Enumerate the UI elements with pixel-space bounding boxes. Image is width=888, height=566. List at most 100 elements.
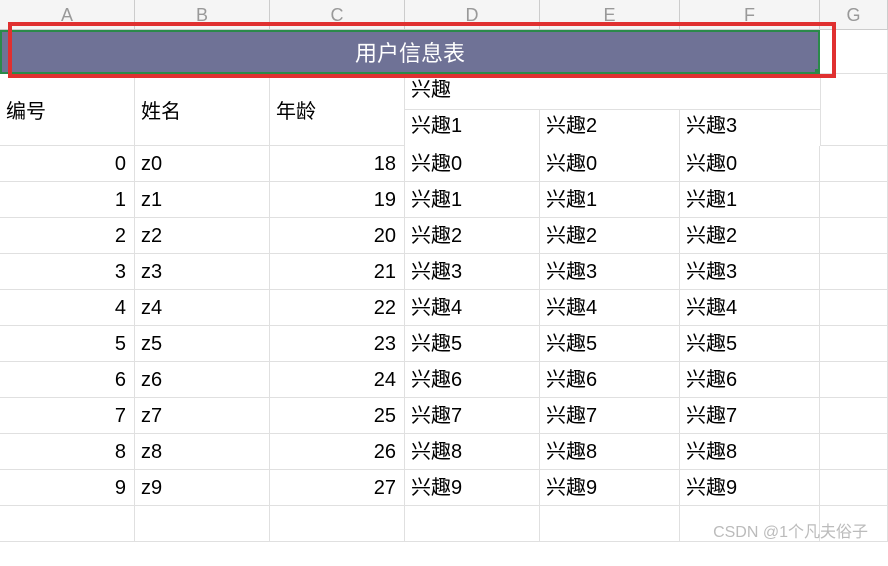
cell-empty[interactable] bbox=[135, 506, 270, 542]
cell-empty[interactable] bbox=[540, 506, 680, 542]
cell-empty[interactable] bbox=[820, 362, 888, 398]
cell-interest3[interactable]: 兴趣9 bbox=[680, 470, 820, 506]
cell-id[interactable]: 5 bbox=[0, 326, 135, 362]
cell-empty[interactable] bbox=[820, 434, 888, 470]
cell-id[interactable]: 7 bbox=[0, 398, 135, 434]
cell-interest1[interactable]: 兴趣8 bbox=[405, 434, 540, 470]
cell-empty[interactable] bbox=[820, 146, 888, 182]
header-interest3[interactable]: 兴趣3 bbox=[680, 110, 820, 146]
cell-empty[interactable] bbox=[270, 506, 405, 542]
cell-interest1[interactable]: 兴趣5 bbox=[405, 326, 540, 362]
cell-name[interactable]: z1 bbox=[135, 182, 270, 218]
col-header-d[interactable]: D bbox=[405, 0, 540, 29]
cell-interest3[interactable]: 兴趣8 bbox=[680, 434, 820, 470]
cell-empty[interactable] bbox=[820, 470, 888, 506]
cell-name[interactable]: z0 bbox=[135, 146, 270, 182]
cell-interest3[interactable]: 兴趣1 bbox=[680, 182, 820, 218]
table-row: 3z321兴趣3兴趣3兴趣3 bbox=[0, 254, 888, 290]
cell-age[interactable]: 25 bbox=[270, 398, 405, 434]
cell-interest2[interactable]: 兴趣3 bbox=[540, 254, 680, 290]
table-row: 8z826兴趣8兴趣8兴趣8 bbox=[0, 434, 888, 470]
cell-interest2[interactable]: 兴趣1 bbox=[540, 182, 680, 218]
cell-age[interactable]: 21 bbox=[270, 254, 405, 290]
cell-age[interactable]: 19 bbox=[270, 182, 405, 218]
cell-interest2[interactable]: 兴趣6 bbox=[540, 362, 680, 398]
cell-interest1[interactable]: 兴趣2 bbox=[405, 218, 540, 254]
cell-empty[interactable] bbox=[820, 182, 888, 218]
cell-name[interactable]: z9 bbox=[135, 470, 270, 506]
cell-id[interactable]: 0 bbox=[0, 146, 135, 182]
cell-interest2[interactable]: 兴趣9 bbox=[540, 470, 680, 506]
header-age[interactable]: 年龄 bbox=[270, 74, 405, 146]
cell-name[interactable]: z3 bbox=[135, 254, 270, 290]
watermark-text: CSDN @1个凡夫俗子 bbox=[713, 518, 868, 542]
table-row: 0z018兴趣0兴趣0兴趣0 bbox=[0, 146, 888, 182]
cell-id[interactable]: 8 bbox=[0, 434, 135, 470]
cell-age[interactable]: 27 bbox=[270, 470, 405, 506]
header-name[interactable]: 姓名 bbox=[135, 74, 270, 146]
col-header-a[interactable]: A bbox=[0, 0, 135, 29]
cell-interest1[interactable]: 兴趣7 bbox=[405, 398, 540, 434]
cell-interest3[interactable]: 兴趣2 bbox=[680, 218, 820, 254]
cell-interest1[interactable]: 兴趣3 bbox=[405, 254, 540, 290]
cell-interest2[interactable]: 兴趣2 bbox=[540, 218, 680, 254]
table-row: 1z119兴趣1兴趣1兴趣1 bbox=[0, 182, 888, 218]
cell-empty[interactable] bbox=[820, 218, 888, 254]
cell-id[interactable]: 3 bbox=[0, 254, 135, 290]
table-row: 7z725兴趣7兴趣7兴趣7 bbox=[0, 398, 888, 434]
cell-age[interactable]: 22 bbox=[270, 290, 405, 326]
cell-interest1[interactable]: 兴趣9 bbox=[405, 470, 540, 506]
cell-name[interactable]: z7 bbox=[135, 398, 270, 434]
cell-interest2[interactable]: 兴趣8 bbox=[540, 434, 680, 470]
col-header-g[interactable]: G bbox=[820, 0, 888, 29]
cell-interest2[interactable]: 兴趣7 bbox=[540, 398, 680, 434]
cell-id[interactable]: 4 bbox=[0, 290, 135, 326]
cell-interest1[interactable]: 兴趣0 bbox=[405, 146, 540, 182]
cell-interest3[interactable]: 兴趣3 bbox=[680, 254, 820, 290]
cell-interest3[interactable]: 兴趣7 bbox=[680, 398, 820, 434]
col-header-b[interactable]: B bbox=[135, 0, 270, 29]
cell-interest2[interactable]: 兴趣4 bbox=[540, 290, 680, 326]
cell-interest1[interactable]: 兴趣6 bbox=[405, 362, 540, 398]
cell-empty[interactable] bbox=[820, 254, 888, 290]
col-header-e[interactable]: E bbox=[540, 0, 680, 29]
title-merged-cell[interactable]: 用户信息表 bbox=[0, 30, 820, 74]
cell-empty[interactable] bbox=[820, 326, 888, 362]
cell-id[interactable]: 2 bbox=[0, 218, 135, 254]
cell-id[interactable]: 1 bbox=[0, 182, 135, 218]
cell-empty[interactable] bbox=[820, 398, 888, 434]
cell-age[interactable]: 24 bbox=[270, 362, 405, 398]
cell-name[interactable]: z5 bbox=[135, 326, 270, 362]
cell-empty[interactable] bbox=[405, 506, 540, 542]
cell-name[interactable]: z2 bbox=[135, 218, 270, 254]
cell-age[interactable]: 26 bbox=[270, 434, 405, 470]
table-row: 5z523兴趣5兴趣5兴趣5 bbox=[0, 326, 888, 362]
cell-empty[interactable] bbox=[820, 74, 888, 146]
cell-name[interactable]: z6 bbox=[135, 362, 270, 398]
cell-empty[interactable] bbox=[0, 506, 135, 542]
cell-age[interactable]: 18 bbox=[270, 146, 405, 182]
cell-interest2[interactable]: 兴趣0 bbox=[540, 146, 680, 182]
cell-interest3[interactable]: 兴趣6 bbox=[680, 362, 820, 398]
header-interest-group[interactable]: 兴趣 bbox=[405, 74, 820, 110]
cell-interest2[interactable]: 兴趣5 bbox=[540, 326, 680, 362]
col-header-f[interactable]: F bbox=[680, 0, 820, 29]
cell-interest3[interactable]: 兴趣4 bbox=[680, 290, 820, 326]
cell-name[interactable]: z8 bbox=[135, 434, 270, 470]
cell-empty[interactable] bbox=[820, 30, 888, 74]
cell-id[interactable]: 6 bbox=[0, 362, 135, 398]
cell-interest1[interactable]: 兴趣4 bbox=[405, 290, 540, 326]
cell-interest3[interactable]: 兴趣0 bbox=[680, 146, 820, 182]
table-row: 2z220兴趣2兴趣2兴趣2 bbox=[0, 218, 888, 254]
header-interest2[interactable]: 兴趣2 bbox=[540, 110, 680, 146]
cell-interest3[interactable]: 兴趣5 bbox=[680, 326, 820, 362]
cell-id[interactable]: 9 bbox=[0, 470, 135, 506]
header-id[interactable]: 编号 bbox=[0, 74, 135, 146]
cell-age[interactable]: 20 bbox=[270, 218, 405, 254]
col-header-c[interactable]: C bbox=[270, 0, 405, 29]
cell-empty[interactable] bbox=[820, 290, 888, 326]
header-interest1[interactable]: 兴趣1 bbox=[405, 110, 540, 146]
cell-name[interactable]: z4 bbox=[135, 290, 270, 326]
cell-age[interactable]: 23 bbox=[270, 326, 405, 362]
cell-interest1[interactable]: 兴趣1 bbox=[405, 182, 540, 218]
